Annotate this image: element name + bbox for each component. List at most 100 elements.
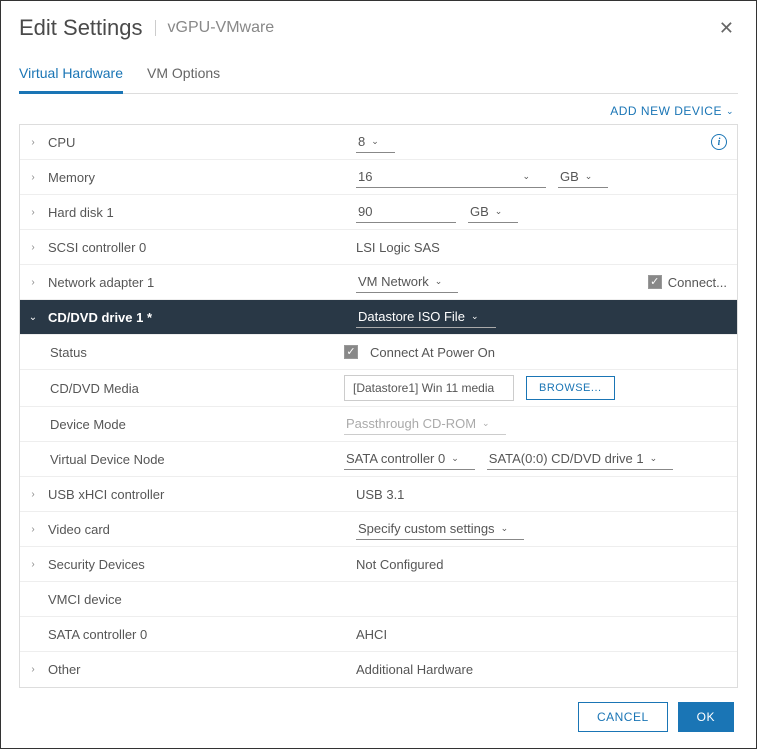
vnode-port: SATA(0:0) CD/DVD drive 1 [489,451,644,466]
chevron-down-icon: ⌄ [585,171,593,182]
chevron-right-icon[interactable]: › [26,137,40,148]
harddisk-input[interactable] [356,201,456,223]
harddisk-unit-select[interactable]: GB ⌄ [468,201,518,223]
usb-value: USB 3.1 [356,487,404,502]
label-cpu: CPU [48,135,348,150]
chevron-right-icon[interactable]: › [26,489,40,500]
cpu-select[interactable]: 8 ⌄ [356,131,395,153]
device-mode-value: Passthrough CD-ROM [346,416,476,431]
memory-unit-select[interactable]: GB ⌄ [558,166,608,188]
cddvd-type-select[interactable]: Datastore ISO File ⌄ [356,306,496,328]
row-video: › Video card Specify custom settings ⌄ [20,512,737,547]
chevron-right-icon[interactable]: › [26,172,40,183]
label-harddisk: Hard disk 1 [48,205,348,220]
row-device-mode: Device Mode Passthrough CD-ROM ⌄ [20,407,737,442]
chevron-down-icon: ⌄ [471,311,479,322]
label-security: Security Devices [48,557,348,572]
row-status: Status ✓ Connect At Power On [20,335,737,370]
label-usb: USB xHCI controller [48,487,348,502]
tabs: Virtual Hardware VM Options [19,57,738,94]
network-select[interactable]: VM Network ⌄ [356,271,458,293]
chevron-down-icon: ⌄ [726,106,734,117]
label-network: Network adapter 1 [48,275,348,290]
vnode-controller-select[interactable]: SATA controller 0 ⌄ [344,448,475,470]
row-cddvd[interactable]: ⌄ CD/DVD drive 1 * Datastore ISO File ⌄ [20,300,737,335]
row-virtual-node: Virtual Device Node SATA controller 0 ⌄ … [20,442,737,477]
dialog-footer: CANCEL OK [19,688,738,732]
label-vmci: VMCI device [48,592,348,607]
row-cpu: › CPU 8 ⌄ i [20,125,737,160]
sata-value: AHCI [356,627,387,642]
edit-settings-dialog: Edit Settings vGPU-VMware ✕ Virtual Hard… [0,0,757,749]
network-connect-checkbox[interactable]: ✓ [648,275,662,289]
chevron-down-icon: ⌄ [501,523,509,534]
network-connect-label: Connect... [668,275,727,290]
label-sata: SATA controller 0 [48,627,348,642]
row-memory: › Memory 16 ⌄ GB ⌄ [20,160,737,195]
connect-poweron-checkbox[interactable]: ✓ [344,345,358,359]
row-security: › Security Devices Not Configured [20,547,737,582]
row-sata: SATA controller 0 AHCI [20,617,737,652]
row-usb: › USB xHCI controller USB 3.1 [20,477,737,512]
label-other: Other [48,662,348,677]
video-value: Specify custom settings [358,521,495,536]
memory-unit: GB [560,169,579,184]
chevron-down-icon: ⌄ [522,171,530,182]
connect-poweron-label: Connect At Power On [370,345,495,360]
chevron-right-icon[interactable]: › [26,664,40,675]
other-value: Additional Hardware [356,662,473,677]
tab-vm-options[interactable]: VM Options [147,57,220,94]
row-other: › Other Additional Hardware [20,652,737,687]
row-scsi: › SCSI controller 0 LSI Logic SAS [20,230,737,265]
row-vmci: VMCI device [20,582,737,617]
hardware-table: › CPU 8 ⌄ i › Memory 16 ⌄ [19,124,738,688]
network-value: VM Network [358,274,429,289]
add-new-device-label: ADD NEW DEVICE [610,104,722,118]
chevron-right-icon[interactable]: › [26,207,40,218]
chevron-right-icon[interactable]: › [26,524,40,535]
dialog-title: Edit Settings [19,15,143,41]
chevron-right-icon[interactable]: › [26,559,40,570]
label-status: Status [50,345,336,360]
chevron-down-icon: ⌄ [371,136,379,147]
chevron-down-icon: ⌄ [482,418,490,429]
chevron-down-icon: ⌄ [650,453,658,464]
cancel-button[interactable]: CANCEL [578,702,668,732]
chevron-right-icon[interactable]: › [26,242,40,253]
device-mode-select: Passthrough CD-ROM ⌄ [344,413,506,435]
row-media: CD/DVD Media BROWSE... [20,370,737,407]
row-harddisk: › Hard disk 1 GB ⌄ [20,195,737,230]
label-video: Video card [48,522,348,537]
close-icon[interactable]: ✕ [715,18,738,39]
label-virtual-node: Virtual Device Node [50,452,336,467]
browse-button[interactable]: BROWSE... [526,376,615,400]
tab-virtual-hardware[interactable]: Virtual Hardware [19,57,123,94]
ok-button[interactable]: OK [678,702,734,732]
security-value: Not Configured [356,557,443,572]
label-scsi: SCSI controller 0 [48,240,348,255]
label-memory: Memory [48,170,348,185]
chevron-down-icon: ⌄ [435,276,443,287]
media-path-input[interactable] [344,375,514,401]
label-media: CD/DVD Media [50,381,336,396]
add-new-device-button[interactable]: ADD NEW DEVICE ⌄ [610,104,734,118]
dialog-header: Edit Settings vGPU-VMware ✕ [19,15,738,41]
label-device-mode: Device Mode [50,417,336,432]
memory-value: 16 [358,169,372,184]
dialog-subtitle: vGPU-VMware [155,20,275,36]
vnode-port-select[interactable]: SATA(0:0) CD/DVD drive 1 ⌄ [487,448,673,470]
chevron-right-icon[interactable]: › [26,277,40,288]
cddvd-value: Datastore ISO File [358,309,465,324]
vnode-ctrl: SATA controller 0 [346,451,445,466]
chevron-down-icon: ⌄ [451,453,459,464]
chevron-down-icon: ⌄ [495,206,503,217]
chevron-down-icon[interactable]: ⌄ [26,312,40,323]
harddisk-unit: GB [470,204,489,219]
memory-input[interactable]: 16 ⌄ [356,166,546,188]
video-select[interactable]: Specify custom settings ⌄ [356,518,524,540]
row-network: › Network adapter 1 VM Network ⌄ ✓ Conne… [20,265,737,300]
info-icon[interactable]: i [711,134,727,150]
scsi-value: LSI Logic SAS [356,240,440,255]
cpu-value: 8 [358,134,365,149]
label-cddvd: CD/DVD drive 1 * [48,310,348,325]
